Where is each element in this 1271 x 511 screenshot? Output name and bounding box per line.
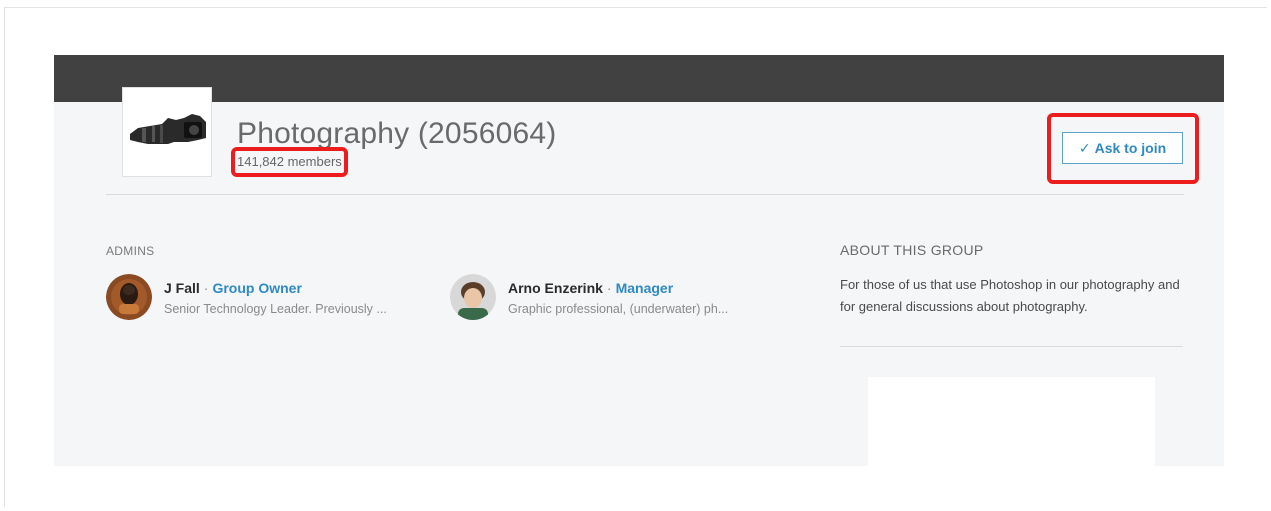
about-description: For those of us that use Photoshop in ou… <box>840 277 1180 314</box>
camera-lens-icon <box>128 108 208 152</box>
separator-dot: · <box>606 280 612 296</box>
admin-name-line: J Fall · Group Owner <box>164 280 302 296</box>
avatar-photo-icon <box>450 274 496 320</box>
admin-description: Graphic professional, (underwater) ph... <box>508 302 729 316</box>
admin-role: Manager <box>615 280 674 296</box>
group-title: Photography (2056064) <box>237 117 557 150</box>
group-page: Photography (2056064) 141,842 members ✓ … <box>54 55 1224 466</box>
avatar[interactable] <box>106 274 152 320</box>
top-banner <box>54 55 1224 102</box>
admins-heading: ADMINS <box>106 244 155 258</box>
admin-name[interactable]: Arno Enzerink <box>508 280 603 296</box>
admin-name-line: Arno Enzerink · Manager <box>508 280 673 296</box>
members-highlight-box <box>231 147 348 177</box>
join-highlight-box <box>1047 113 1199 184</box>
header-divider <box>106 194 1184 195</box>
separator-dot: · <box>203 280 209 296</box>
admin-role: Group Owner <box>212 280 302 296</box>
group-logo[interactable] <box>122 87 212 177</box>
about-divider <box>840 346 1183 347</box>
avatar-photo-icon <box>106 274 152 320</box>
avatar[interactable] <box>450 274 496 320</box>
admin-name[interactable]: J Fall <box>164 280 200 296</box>
side-panel-placeholder <box>868 377 1155 466</box>
about-heading: ABOUT THIS GROUP <box>840 242 984 258</box>
admin-description: Senior Technology Leader. Previously ... <box>164 302 387 316</box>
